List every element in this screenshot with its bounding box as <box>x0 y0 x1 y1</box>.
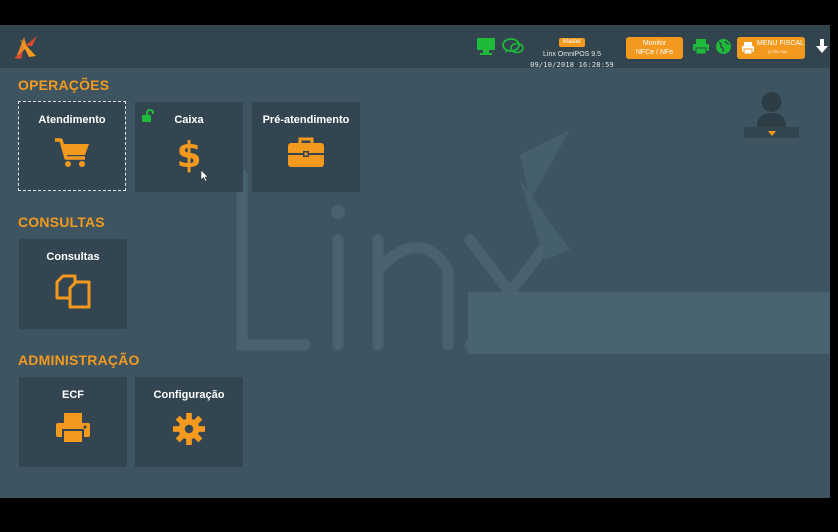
tile-label: Caixa <box>174 114 204 126</box>
tile-atendimento[interactable]: Atendimento <box>18 101 126 191</box>
datetime: 09/10/2018 16:28:59 <box>530 61 614 69</box>
tile-consultas[interactable]: Consultas <box>19 239 127 329</box>
printer-icon <box>742 42 754 55</box>
caret-down-icon <box>768 131 776 136</box>
menu-fiscal-button[interactable]: MENU FISCAL (CTRL+M) <box>737 37 805 59</box>
printer-status-icon[interactable] <box>692 38 710 55</box>
user-avatar-icon <box>757 92 786 127</box>
tile-label: Configuração <box>153 389 225 401</box>
globe-status-icon[interactable] <box>715 38 732 55</box>
mouse-cursor-icon <box>200 169 209 182</box>
monitor-nfce-button[interactable]: Monitor NFCe / NFe <box>626 37 683 59</box>
tile-caixa[interactable]: Caixa $ <box>135 102 243 192</box>
user-dropdown-bar[interactable] <box>744 127 799 138</box>
briefcase-icon <box>288 137 324 167</box>
tile-label: Consultas <box>46 251 100 263</box>
tile-pre-atendimento[interactable]: Pré-atendimento <box>252 102 360 192</box>
tile-label: ECF <box>62 389 84 401</box>
app-window: Master Linx OmniPOS 9.5 09/10/2018 16:28… <box>0 25 830 498</box>
app-info: Master Linx OmniPOS 9.5 09/10/2018 16:28… <box>524 30 620 70</box>
master-badge: Master <box>558 38 586 47</box>
menu-fiscal-shortcut: (CTRL+M) <box>768 49 787 54</box>
tile-configuracao[interactable]: Configuração <box>135 377 243 467</box>
app-name: Linx OmniPOS 9.5 <box>543 51 601 58</box>
monitor-button-line1: Monitor <box>642 40 667 47</box>
section-title-operacoes: OPERAÇÕES <box>18 77 110 93</box>
gear-icon <box>172 412 206 446</box>
arrow-down-icon[interactable] <box>814 38 830 54</box>
monitor-status-icon[interactable] <box>476 37 496 55</box>
dollar-icon: $ <box>177 137 201 173</box>
documents-icon <box>55 274 91 309</box>
linx-logo-icon[interactable] <box>13 34 39 60</box>
user-menu[interactable] <box>744 91 799 141</box>
menu-fiscal-label: MENU FISCAL <box>757 40 805 47</box>
printer-icon <box>56 413 90 444</box>
chat-status-icon[interactable] <box>502 37 524 55</box>
tile-ecf[interactable]: ECF <box>19 377 127 467</box>
top-bar: Master Linx OmniPOS 9.5 09/10/2018 16:28… <box>0 25 830 70</box>
cart-icon <box>55 138 89 167</box>
section-title-administracao: ADMINISTRAÇÃO <box>18 352 140 368</box>
tile-label: Atendimento <box>38 114 106 126</box>
section-title-consultas: CONSULTAS <box>18 214 105 230</box>
tile-label: Pré-atendimento <box>262 114 350 126</box>
monitor-button-line2: NFCe / NFe <box>635 49 674 56</box>
svg-text:$: $ <box>177 137 201 173</box>
